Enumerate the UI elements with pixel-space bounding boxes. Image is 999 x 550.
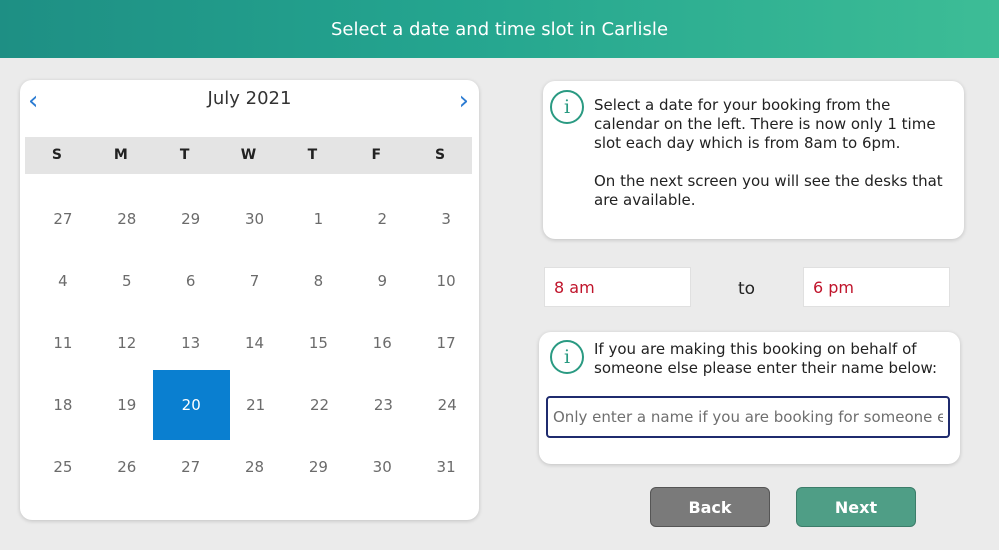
end-time-field[interactable]: 6 pm	[803, 267, 950, 307]
calendar-day[interactable]: 30	[350, 436, 414, 498]
calendar-day[interactable]: 16	[350, 312, 414, 374]
calendar-day[interactable]: 5	[95, 250, 159, 312]
info-text-line: Select a date for your booking from the	[594, 96, 891, 114]
calendar-day[interactable]: 3	[414, 188, 478, 250]
info-card: i Select a date for your booking from th…	[543, 81, 964, 239]
calendar-month-label: July 2021	[207, 88, 292, 109]
calendar-day[interactable]: 7	[223, 250, 287, 312]
calendar-day[interactable]: 1	[286, 188, 350, 250]
behalf-text-line: If you are making this booking on behalf…	[594, 340, 917, 358]
chevron-right-icon[interactable]: ›	[459, 86, 469, 116]
behalf-text-line: someone else please enter their name bel…	[594, 359, 938, 377]
back-button[interactable]: Back	[650, 487, 770, 527]
calendar-week-row: 18 19 20 21 22 23 24	[31, 370, 479, 440]
calendar-day[interactable]: 11	[31, 312, 95, 374]
weekday-header: S M T W T F S	[25, 137, 472, 174]
calendar-day[interactable]: 29	[159, 188, 223, 250]
calendar-day[interactable]: 26	[95, 436, 159, 498]
weekday-label: M	[113, 147, 128, 163]
calendar-day[interactable]: 27	[159, 436, 223, 498]
calendar-day[interactable]: 24	[415, 374, 479, 436]
calendar-day[interactable]: 29	[286, 436, 350, 498]
calendar-day[interactable]: 10	[414, 250, 478, 312]
calendar-day[interactable]: 15	[286, 312, 350, 374]
calendar-day[interactable]: 8	[286, 250, 350, 312]
calendar-day-grid: 27 28 29 30 1 2 3 4 5 6 7 8 9 10 11 12 1…	[31, 188, 479, 498]
weekday-label: W	[240, 147, 257, 163]
calendar-week-row: 11 12 13 14 15 16 17	[31, 312, 479, 374]
calendar-day[interactable]: 28	[223, 436, 287, 498]
calendar-day[interactable]: 13	[159, 312, 223, 374]
calendar-day[interactable]: 17	[414, 312, 478, 374]
calendar-day[interactable]: 22	[288, 374, 352, 436]
info-text-line: calendar on the left. There is now only …	[594, 115, 936, 133]
to-label: to	[738, 279, 756, 299]
weekday-label: S	[51, 147, 62, 163]
weekday-label: T	[307, 147, 318, 163]
calendar-day[interactable]: 30	[223, 188, 287, 250]
name-input[interactable]	[546, 396, 950, 438]
behalf-text: If you are making this booking on behalf…	[594, 340, 937, 378]
calendar: ‹ July 2021 › S M T W T F S 27 28 29 30 …	[20, 80, 479, 520]
calendar-day[interactable]: 12	[95, 312, 159, 374]
header-bar: Select a date and time slot in Carlisle	[0, 0, 999, 58]
calendar-day[interactable]: 9	[350, 250, 414, 312]
next-button[interactable]: Next	[796, 487, 916, 527]
calendar-day[interactable]: 14	[223, 312, 287, 374]
weekday-label: F	[371, 147, 382, 163]
info-text: Select a date for your booking from the …	[594, 96, 943, 210]
info-text-line: On the next screen you will see the desk…	[594, 172, 943, 190]
calendar-week-row: 4 5 6 7 8 9 10	[31, 250, 479, 312]
start-time-field[interactable]: 8 am	[544, 267, 691, 307]
info-icon: i	[550, 90, 584, 124]
info-text-line: slot each day which is from 8am to 6pm.	[594, 134, 901, 152]
calendar-day[interactable]: 21	[224, 374, 288, 436]
weekday-label: T	[179, 147, 190, 163]
info-icon: i	[550, 340, 584, 374]
calendar-week-row: 25 26 27 28 29 30 31	[31, 436, 479, 498]
calendar-day[interactable]: 19	[95, 374, 159, 436]
info-text-line: are available.	[594, 191, 696, 209]
calendar-day[interactable]: 27	[31, 188, 95, 250]
page-title: Select a date and time slot in Carlisle	[330, 18, 669, 40]
calendar-day-selected[interactable]: 20	[152, 370, 230, 440]
calendar-day[interactable]: 25	[31, 436, 95, 498]
calendar-day[interactable]: 23	[351, 374, 415, 436]
calendar-day[interactable]: 6	[159, 250, 223, 312]
calendar-day[interactable]: 2	[350, 188, 414, 250]
calendar-day[interactable]: 4	[31, 250, 95, 312]
calendar-week-row: 27 28 29 30 1 2 3	[31, 188, 479, 250]
calendar-day[interactable]: 28	[95, 188, 159, 250]
weekday-label: S	[435, 147, 446, 163]
calendar-day[interactable]: 18	[31, 374, 95, 436]
behalf-card: i If you are making this booking on beha…	[539, 332, 960, 464]
calendar-day[interactable]: 31	[414, 436, 478, 498]
